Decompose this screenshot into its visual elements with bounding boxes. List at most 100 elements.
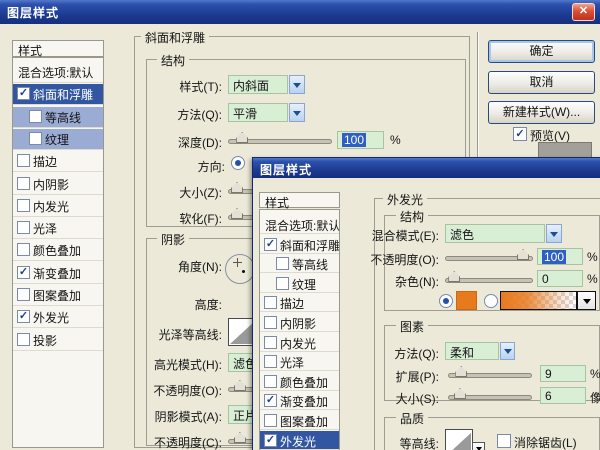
- sidebar-item-12[interactable]: ✓ 外发光: [13, 307, 103, 329]
- glow-opacity-input[interactable]: 100: [537, 248, 583, 265]
- noise-slider[interactable]: [445, 271, 533, 283]
- glow-color-swatch[interactable]: [456, 291, 477, 310]
- sidebar-item-2[interactable]: ✓ 斜面和浮雕: [13, 84, 103, 106]
- contour-thumbnail[interactable]: [445, 429, 473, 450]
- sidebar-item-3[interactable]: 等高线: [13, 106, 103, 128]
- dialog2-styles-header[interactable]: 样式: [259, 192, 340, 210]
- sidebar-item-4[interactable]: 纹理: [260, 273, 339, 293]
- noise-input[interactable]: 0: [537, 270, 583, 287]
- sidebar-item-9[interactable]: 颜色叠加: [260, 371, 339, 391]
- glow-gradient-radio[interactable]: [484, 294, 498, 308]
- sidebar-item-label: 斜面和浮雕: [33, 88, 94, 103]
- style-select-arrow-icon[interactable]: [289, 75, 305, 94]
- spread-slider[interactable]: [448, 366, 532, 378]
- sidebar-item-label: 混合选项:默认: [18, 66, 94, 80]
- ok-button[interactable]: 确定: [488, 40, 595, 63]
- checked-checkbox-icon[interactable]: ✓: [17, 265, 30, 279]
- checked-checkbox-icon[interactable]: ✓: [17, 87, 30, 101]
- unchecked-checkbox-icon[interactable]: [264, 316, 277, 329]
- sidebar-item-7[interactable]: 内发光: [260, 332, 339, 352]
- method-select[interactable]: 平滑: [228, 103, 288, 122]
- unchecked-checkbox-icon[interactable]: [17, 288, 30, 301]
- shadow-mode-label: 阴影模式(A):: [154, 410, 222, 424]
- glow-gradient-arrow-icon[interactable]: [577, 291, 596, 310]
- checked-checkbox-icon[interactable]: ✓: [264, 394, 277, 408]
- unchecked-checkbox-icon[interactable]: [264, 374, 277, 388]
- unchecked-checkbox-icon[interactable]: [276, 276, 289, 290]
- dialog1-styles-header[interactable]: 样式: [12, 40, 104, 58]
- contour-arrow-icon[interactable]: [472, 442, 485, 450]
- technique-arrow-icon[interactable]: [500, 342, 515, 360]
- glow-size-unit: 像素: [590, 391, 600, 405]
- unchecked-checkbox-icon[interactable]: [264, 355, 277, 369]
- blend-mode-select[interactable]: 滤色: [445, 224, 545, 243]
- sidebar-item-1[interactable]: 混合选项:默认: [260, 215, 339, 234]
- style-select[interactable]: 内斜面: [228, 75, 288, 94]
- unchecked-checkbox-icon[interactable]: [29, 131, 42, 145]
- antialias-checkbox[interactable]: [497, 434, 511, 448]
- glow-color-radio[interactable]: [439, 294, 453, 308]
- checked-checkbox-icon[interactable]: ✓: [264, 237, 277, 251]
- new-style-button[interactable]: 新建样式(W)...: [488, 101, 595, 124]
- sidebar-item-9[interactable]: 颜色叠加: [13, 240, 103, 262]
- sidebar-item-6[interactable]: 内阴影: [260, 313, 339, 332]
- glow-size-input[interactable]: 6: [540, 387, 586, 404]
- cancel-button[interactable]: 取消: [488, 71, 595, 94]
- noise-unit: %: [587, 272, 598, 286]
- sidebar-item-11[interactable]: 图案叠加: [260, 411, 339, 430]
- unchecked-checkbox-icon[interactable]: [17, 332, 30, 346]
- technique-label: 方法(Q):: [394, 347, 439, 361]
- close-icon[interactable]: ✕: [572, 3, 595, 21]
- dialog1-effects-list: 混合选项:默认 ✓ 斜面和浮雕 等高线 纹理 描边 内阴影 内发光 光泽 颜色叠加 ✓ 渐变叠加 图案叠…: [12, 57, 104, 448]
- sidebar-item-5[interactable]: 描边: [13, 151, 103, 173]
- sidebar-item-10[interactable]: ✓ 渐变叠加: [260, 391, 339, 411]
- direction-up-radio[interactable]: [231, 156, 245, 170]
- method-select-arrow-icon[interactable]: [289, 103, 305, 122]
- highlight-mode-label: 高光模式(H):: [154, 358, 222, 372]
- dialog1-titlebar[interactable]: 图层样式 ✕: [0, 0, 600, 24]
- altitude-label: 高度:: [194, 298, 222, 312]
- sidebar-item-6[interactable]: 内阴影: [13, 173, 103, 195]
- sidebar-item-8[interactable]: 光泽: [260, 352, 339, 372]
- depth-unit: %: [390, 133, 401, 147]
- unchecked-checkbox-icon[interactable]: [17, 243, 30, 257]
- blend-mode-arrow-icon[interactable]: [546, 224, 562, 243]
- glow-size-label: 大小(S):: [395, 392, 439, 406]
- glow-gradient-preview[interactable]: [500, 291, 577, 310]
- sidebar-item-label: 外发光: [33, 311, 70, 326]
- sidebar-item-10[interactable]: ✓ 渐变叠加: [13, 262, 103, 284]
- sidebar-item-8[interactable]: 光泽: [13, 218, 103, 240]
- unchecked-checkbox-icon[interactable]: [17, 221, 30, 235]
- sidebar-item-1[interactable]: 混合选项:默认: [13, 62, 103, 83]
- sidebar-item-12[interactable]: ✓ 外发光: [260, 430, 339, 450]
- depth-slider[interactable]: [228, 132, 332, 144]
- unchecked-checkbox-icon[interactable]: [276, 257, 289, 271]
- technique-select[interactable]: 柔和: [445, 342, 499, 360]
- unchecked-checkbox-icon[interactable]: [264, 414, 277, 427]
- unchecked-checkbox-icon[interactable]: [17, 176, 30, 190]
- bevel-group-title: 斜面和浮雕: [141, 29, 210, 46]
- unchecked-checkbox-icon[interactable]: [29, 109, 42, 123]
- sidebar-item-label: 斜面和浮雕: [280, 238, 340, 253]
- glow-opacity-slider[interactable]: [445, 249, 533, 261]
- unchecked-checkbox-icon[interactable]: [17, 198, 30, 212]
- sidebar-item-7[interactable]: 内发光: [13, 195, 103, 217]
- sidebar-item-3[interactable]: 等高线: [260, 254, 339, 274]
- sidebar-item-2[interactable]: ✓ 斜面和浮雕: [260, 234, 340, 254]
- glow-size-slider[interactable]: [448, 388, 532, 400]
- unchecked-checkbox-icon[interactable]: [17, 154, 30, 168]
- checked-checkbox-icon[interactable]: ✓: [17, 310, 30, 324]
- angle-dial[interactable]: [225, 254, 255, 284]
- preview-checkbox[interactable]: ✓: [513, 127, 527, 141]
- unchecked-checkbox-icon[interactable]: [264, 335, 277, 349]
- spread-input[interactable]: 9: [540, 365, 586, 382]
- checked-checkbox-icon[interactable]: ✓: [264, 433, 277, 447]
- depth-input[interactable]: 100: [337, 131, 384, 149]
- sidebar-item-5[interactable]: 描边: [260, 293, 339, 313]
- unchecked-checkbox-icon[interactable]: [264, 296, 277, 310]
- dialog2-titlebar[interactable]: 图层样式: [253, 158, 600, 178]
- sidebar-item-label: 内发光: [280, 336, 317, 351]
- sidebar-item-13[interactable]: 投影: [13, 329, 103, 351]
- sidebar-item-4[interactable]: 纹理: [13, 128, 103, 150]
- sidebar-item-11[interactable]: 图案叠加: [13, 285, 103, 306]
